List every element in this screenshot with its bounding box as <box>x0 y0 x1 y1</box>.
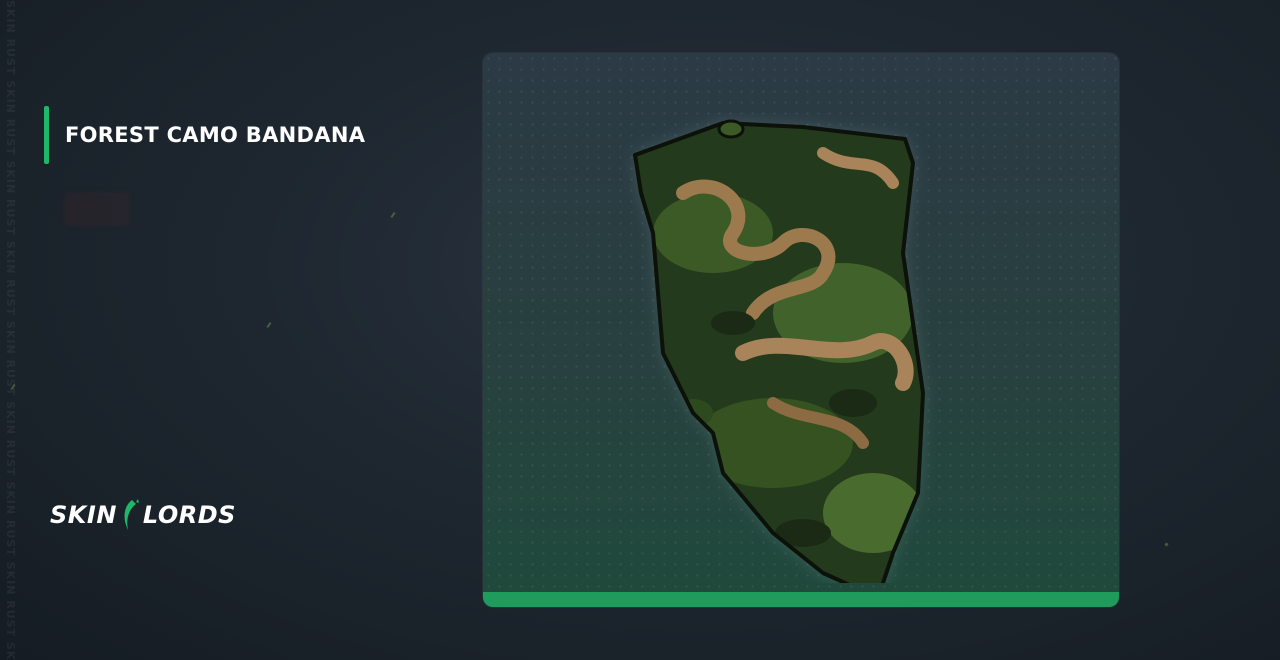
item-title-block: FOREST CAMO BANDANA <box>44 106 365 164</box>
claw-icon <box>124 499 139 530</box>
item-title: FOREST CAMO BANDANA <box>65 123 366 147</box>
brand-logo-left: SKIN <box>50 501 117 529</box>
background-speck <box>1164 542 1169 547</box>
title-accent-bar <box>44 106 49 164</box>
brand-logo: SKIN LORDS <box>50 498 236 532</box>
brand-logo-right: LORDS <box>142 501 236 529</box>
item-image-card <box>483 53 1119 607</box>
background-speck <box>390 211 396 219</box>
camo-bandana-image <box>633 119 925 583</box>
side-watermark-text: SKIN RUST SKIN RUST SKIN RUST SKIN RUST … <box>4 0 17 660</box>
faded-badge <box>64 192 130 226</box>
card-bottom-bar <box>483 592 1119 607</box>
background-speck <box>266 321 272 329</box>
